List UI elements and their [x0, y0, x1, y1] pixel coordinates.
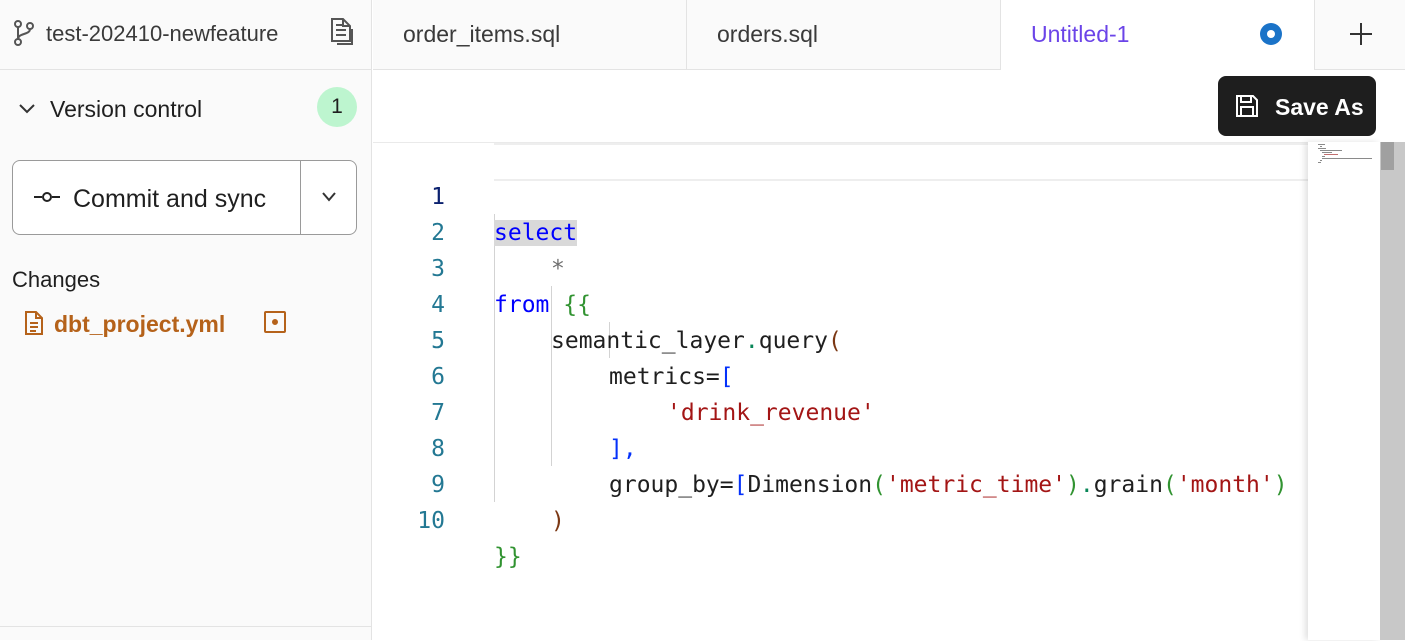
- minimap[interactable]: [1308, 142, 1380, 640]
- minimap-line: [1318, 162, 1321, 163]
- tab-untitled-1[interactable]: Untitled-1: [1001, 0, 1315, 70]
- changed-file-item[interactable]: dbt_project.yml: [22, 306, 312, 342]
- code-line: 5 metrics=[: [373, 287, 1308, 390]
- code-line: 4 semantic_layer.query(: [373, 251, 1308, 354]
- commit-and-sync-label: Commit and sync: [73, 185, 267, 213]
- minimap-line: [1322, 156, 1325, 157]
- tab-label: orders.sql: [717, 21, 818, 47]
- code-line: 7 ],: [373, 359, 1308, 462]
- code-line: 3 from {{: [373, 215, 1308, 318]
- minimap-line: [1320, 146, 1322, 147]
- editor-tab-bar: order_items.sql orders.sql Untitled-1: [373, 0, 1405, 70]
- git-branch-icon: [12, 19, 36, 52]
- version-control-title: Version control: [50, 96, 203, 122]
- divider: [0, 626, 372, 627]
- code-token: ): [551, 508, 565, 534]
- minimap-line: [1322, 158, 1372, 159]
- tab-orders-sql[interactable]: orders.sql: [687, 0, 1001, 69]
- changes-count-badge: 1: [317, 87, 357, 127]
- minimap-line: [1324, 154, 1338, 155]
- code-line: 2 *: [373, 179, 1308, 282]
- modified-icon: [263, 310, 287, 339]
- scrollbar-thumb[interactable]: [1381, 142, 1394, 170]
- commit-and-sync-button[interactable]: Commit and sync: [13, 161, 300, 234]
- branch-bar: test-202410-newfeature: [0, 0, 372, 70]
- save-as-label: Save As: [1275, 94, 1364, 120]
- plus-icon: [1350, 23, 1372, 45]
- version-control-header[interactable]: Version control 1: [0, 85, 372, 133]
- code-line: 6 'drink_revenue': [373, 323, 1308, 426]
- minimap-line: [1320, 150, 1342, 151]
- minimap-line: [1318, 148, 1326, 149]
- save-icon: [1236, 95, 1258, 117]
- code-editor[interactable]: 1 select 2 * 3 from {{ 4 semantic_layer.…: [373, 142, 1308, 641]
- code-line: 8 group_by=[Dimension('metric_time').gra…: [373, 395, 1308, 498]
- code-line: 10 }}: [373, 467, 1308, 570]
- changes-heading: Changes: [12, 267, 101, 292]
- commit-options-dropdown[interactable]: [301, 161, 356, 234]
- tab-label: Untitled-1: [1031, 21, 1130, 47]
- code-token: }}: [494, 544, 522, 570]
- new-tab-button[interactable]: [1315, 0, 1405, 69]
- changed-file-name: dbt_project.yml: [54, 311, 226, 337]
- git-commit-icon: [33, 190, 61, 209]
- branch-name: test-202410-newfeature: [46, 21, 279, 46]
- unsaved-changes-icon[interactable]: [1260, 23, 1282, 45]
- tab-order-items-sql[interactable]: order_items.sql: [373, 0, 687, 69]
- copy-icon[interactable]: [328, 15, 356, 52]
- chevron-down-icon[interactable]: [17, 99, 37, 124]
- save-as-button[interactable]: Save As: [1218, 76, 1376, 136]
- code-line: 1 select: [373, 143, 1308, 246]
- file-icon: [24, 310, 44, 341]
- commit-button-group: Commit and sync: [12, 160, 357, 235]
- chevron-down-icon: [322, 192, 336, 202]
- vertical-scrollbar[interactable]: [1380, 142, 1405, 640]
- minimap-line: [1318, 144, 1325, 145]
- sidebar: test-202410-newfeature Version control 1…: [0, 0, 372, 640]
- tab-label: order_items.sql: [403, 21, 561, 47]
- minimap-line: [1320, 160, 1322, 161]
- minimap-line: [1322, 152, 1332, 153]
- line-number: 10: [417, 508, 445, 534]
- code-line: 9 ): [373, 431, 1308, 534]
